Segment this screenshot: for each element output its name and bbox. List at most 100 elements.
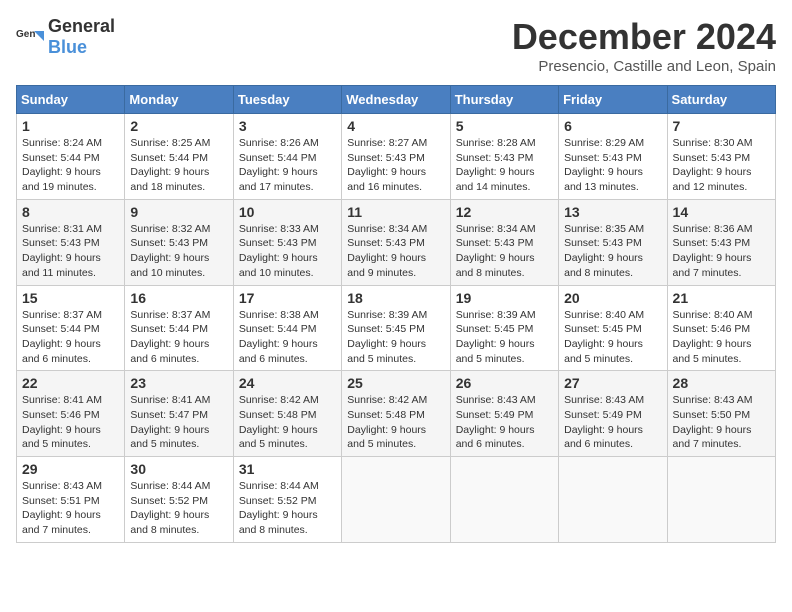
day-info: Sunrise: 8:37 AM Sunset: 5:44 PM Dayligh… <box>130 308 227 367</box>
day-info: Sunrise: 8:25 AM Sunset: 5:44 PM Dayligh… <box>130 136 227 195</box>
header-saturday: Saturday <box>667 86 775 114</box>
calendar-cell <box>342 457 450 543</box>
day-number: 31 <box>239 461 336 477</box>
day-info: Sunrise: 8:41 AM Sunset: 5:47 PM Dayligh… <box>130 393 227 452</box>
day-info: Sunrise: 8:28 AM Sunset: 5:43 PM Dayligh… <box>456 136 553 195</box>
day-number: 6 <box>564 118 661 134</box>
calendar-cell: 1 Sunrise: 8:24 AM Sunset: 5:44 PM Dayli… <box>17 114 125 200</box>
calendar-cell: 24 Sunrise: 8:42 AM Sunset: 5:48 PM Dayl… <box>233 371 341 457</box>
month-title: December 2024 <box>512 16 776 58</box>
calendar-cell: 14 Sunrise: 8:36 AM Sunset: 5:43 PM Dayl… <box>667 199 775 285</box>
calendar-cell: 25 Sunrise: 8:42 AM Sunset: 5:48 PM Dayl… <box>342 371 450 457</box>
day-info: Sunrise: 8:37 AM Sunset: 5:44 PM Dayligh… <box>22 308 119 367</box>
day-number: 22 <box>22 375 119 391</box>
calendar-cell: 9 Sunrise: 8:32 AM Sunset: 5:43 PM Dayli… <box>125 199 233 285</box>
calendar-cell: 6 Sunrise: 8:29 AM Sunset: 5:43 PM Dayli… <box>559 114 667 200</box>
header-thursday: Thursday <box>450 86 558 114</box>
calendar-cell <box>559 457 667 543</box>
logo: Gen General Blue <box>16 16 115 58</box>
calendar-cell: 15 Sunrise: 8:37 AM Sunset: 5:44 PM Dayl… <box>17 285 125 371</box>
day-number: 14 <box>673 204 770 220</box>
day-number: 28 <box>673 375 770 391</box>
day-info: Sunrise: 8:40 AM Sunset: 5:46 PM Dayligh… <box>673 308 770 367</box>
day-info: Sunrise: 8:31 AM Sunset: 5:43 PM Dayligh… <box>22 222 119 281</box>
day-number: 4 <box>347 118 444 134</box>
day-info: Sunrise: 8:34 AM Sunset: 5:43 PM Dayligh… <box>456 222 553 281</box>
day-number: 8 <box>22 204 119 220</box>
calendar-cell: 27 Sunrise: 8:43 AM Sunset: 5:49 PM Dayl… <box>559 371 667 457</box>
calendar-cell <box>450 457 558 543</box>
day-number: 27 <box>564 375 661 391</box>
location-title: Presencio, Castille and Leon, Spain <box>512 58 776 75</box>
week-row-5: 29 Sunrise: 8:43 AM Sunset: 5:51 PM Dayl… <box>17 457 776 543</box>
day-info: Sunrise: 8:44 AM Sunset: 5:52 PM Dayligh… <box>130 479 227 538</box>
logo-general: General <box>48 16 115 36</box>
day-info: Sunrise: 8:29 AM Sunset: 5:43 PM Dayligh… <box>564 136 661 195</box>
day-number: 30 <box>130 461 227 477</box>
day-info: Sunrise: 8:36 AM Sunset: 5:43 PM Dayligh… <box>673 222 770 281</box>
title-area: December 2024 Presencio, Castille and Le… <box>512 16 776 75</box>
calendar-cell: 2 Sunrise: 8:25 AM Sunset: 5:44 PM Dayli… <box>125 114 233 200</box>
calendar-cell: 16 Sunrise: 8:37 AM Sunset: 5:44 PM Dayl… <box>125 285 233 371</box>
calendar-header-row: SundayMondayTuesdayWednesdayThursdayFrid… <box>17 86 776 114</box>
day-number: 2 <box>130 118 227 134</box>
day-info: Sunrise: 8:41 AM Sunset: 5:46 PM Dayligh… <box>22 393 119 452</box>
calendar-cell: 31 Sunrise: 8:44 AM Sunset: 5:52 PM Dayl… <box>233 457 341 543</box>
day-number: 3 <box>239 118 336 134</box>
day-number: 24 <box>239 375 336 391</box>
calendar-cell: 13 Sunrise: 8:35 AM Sunset: 5:43 PM Dayl… <box>559 199 667 285</box>
day-info: Sunrise: 8:27 AM Sunset: 5:43 PM Dayligh… <box>347 136 444 195</box>
week-row-4: 22 Sunrise: 8:41 AM Sunset: 5:46 PM Dayl… <box>17 371 776 457</box>
day-info: Sunrise: 8:24 AM Sunset: 5:44 PM Dayligh… <box>22 136 119 195</box>
calendar-cell <box>667 457 775 543</box>
day-number: 21 <box>673 290 770 306</box>
day-number: 26 <box>456 375 553 391</box>
calendar-cell: 17 Sunrise: 8:38 AM Sunset: 5:44 PM Dayl… <box>233 285 341 371</box>
header: Gen General Blue December 2024 Presencio… <box>16 16 776 75</box>
day-info: Sunrise: 8:30 AM Sunset: 5:43 PM Dayligh… <box>673 136 770 195</box>
day-info: Sunrise: 8:43 AM Sunset: 5:49 PM Dayligh… <box>564 393 661 452</box>
day-info: Sunrise: 8:39 AM Sunset: 5:45 PM Dayligh… <box>456 308 553 367</box>
calendar-cell: 12 Sunrise: 8:34 AM Sunset: 5:43 PM Dayl… <box>450 199 558 285</box>
day-info: Sunrise: 8:38 AM Sunset: 5:44 PM Dayligh… <box>239 308 336 367</box>
header-monday: Monday <box>125 86 233 114</box>
day-number: 15 <box>22 290 119 306</box>
day-info: Sunrise: 8:26 AM Sunset: 5:44 PM Dayligh… <box>239 136 336 195</box>
header-sunday: Sunday <box>17 86 125 114</box>
day-info: Sunrise: 8:43 AM Sunset: 5:50 PM Dayligh… <box>673 393 770 452</box>
calendar-cell: 22 Sunrise: 8:41 AM Sunset: 5:46 PM Dayl… <box>17 371 125 457</box>
day-number: 11 <box>347 204 444 220</box>
calendar-cell: 29 Sunrise: 8:43 AM Sunset: 5:51 PM Dayl… <box>17 457 125 543</box>
calendar: SundayMondayTuesdayWednesdayThursdayFrid… <box>16 85 776 543</box>
calendar-cell: 26 Sunrise: 8:43 AM Sunset: 5:49 PM Dayl… <box>450 371 558 457</box>
day-number: 7 <box>673 118 770 134</box>
day-number: 17 <box>239 290 336 306</box>
calendar-cell: 7 Sunrise: 8:30 AM Sunset: 5:43 PM Dayli… <box>667 114 775 200</box>
day-number: 10 <box>239 204 336 220</box>
calendar-cell: 18 Sunrise: 8:39 AM Sunset: 5:45 PM Dayl… <box>342 285 450 371</box>
day-number: 12 <box>456 204 553 220</box>
calendar-cell: 23 Sunrise: 8:41 AM Sunset: 5:47 PM Dayl… <box>125 371 233 457</box>
calendar-cell: 28 Sunrise: 8:43 AM Sunset: 5:50 PM Dayl… <box>667 371 775 457</box>
day-number: 23 <box>130 375 227 391</box>
week-row-2: 8 Sunrise: 8:31 AM Sunset: 5:43 PM Dayli… <box>17 199 776 285</box>
day-info: Sunrise: 8:33 AM Sunset: 5:43 PM Dayligh… <box>239 222 336 281</box>
day-info: Sunrise: 8:42 AM Sunset: 5:48 PM Dayligh… <box>347 393 444 452</box>
calendar-cell: 21 Sunrise: 8:40 AM Sunset: 5:46 PM Dayl… <box>667 285 775 371</box>
logo-blue: Blue <box>48 37 87 57</box>
header-friday: Friday <box>559 86 667 114</box>
svg-text:Gen: Gen <box>16 29 35 40</box>
day-number: 18 <box>347 290 444 306</box>
week-row-3: 15 Sunrise: 8:37 AM Sunset: 5:44 PM Dayl… <box>17 285 776 371</box>
day-info: Sunrise: 8:43 AM Sunset: 5:51 PM Dayligh… <box>22 479 119 538</box>
header-wednesday: Wednesday <box>342 86 450 114</box>
day-number: 13 <box>564 204 661 220</box>
day-number: 1 <box>22 118 119 134</box>
calendar-cell: 11 Sunrise: 8:34 AM Sunset: 5:43 PM Dayl… <box>342 199 450 285</box>
calendar-cell: 20 Sunrise: 8:40 AM Sunset: 5:45 PM Dayl… <box>559 285 667 371</box>
day-number: 16 <box>130 290 227 306</box>
header-tuesday: Tuesday <box>233 86 341 114</box>
day-info: Sunrise: 8:32 AM Sunset: 5:43 PM Dayligh… <box>130 222 227 281</box>
week-row-1: 1 Sunrise: 8:24 AM Sunset: 5:44 PM Dayli… <box>17 114 776 200</box>
logo-icon: Gen <box>16 23 44 51</box>
